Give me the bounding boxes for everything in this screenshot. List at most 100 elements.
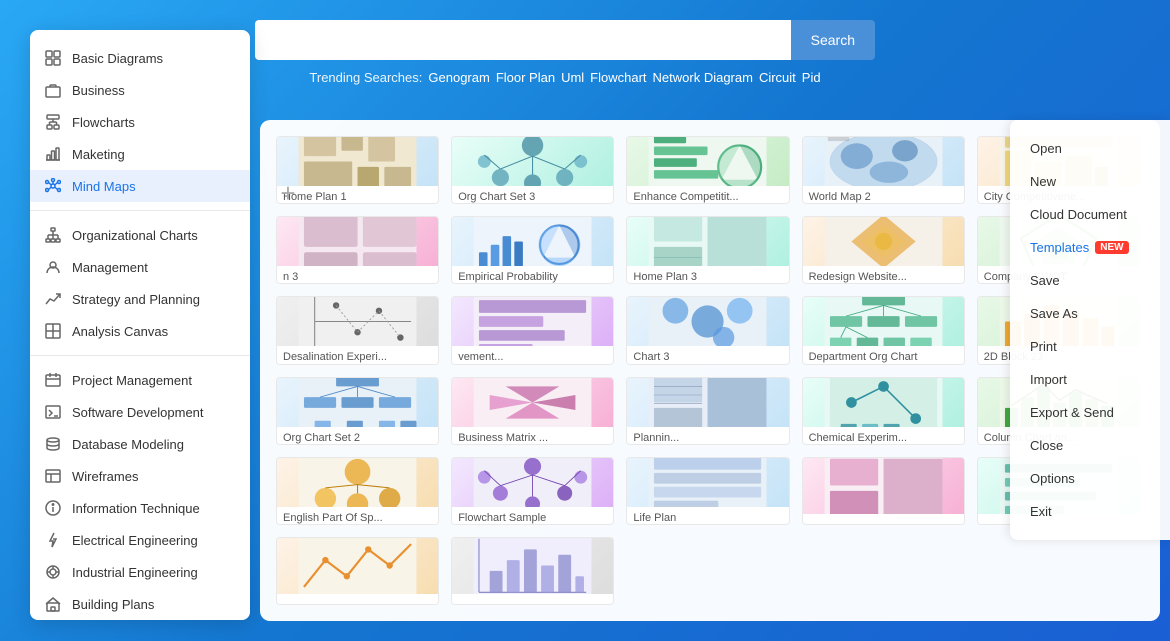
trending-label: Trending Searches:: [309, 70, 422, 85]
sidebar-item-info-tech[interactable]: Information Technique: [30, 492, 250, 524]
sidebar-item-flowcharts[interactable]: Flowcharts: [30, 106, 250, 138]
template-card[interactable]: vement...: [451, 296, 614, 364]
template-card[interactable]: Enhance Competitit...: [626, 136, 789, 204]
info-icon: [44, 499, 62, 517]
right-panel-cloud-doc[interactable]: Cloud Document: [1010, 198, 1170, 231]
trending-flowchart[interactable]: Flowchart: [590, 70, 646, 85]
sidebar-item-business[interactable]: Business: [30, 74, 250, 106]
template-label: Org Chart Set 3: [452, 186, 613, 203]
trending-floor-plan[interactable]: Floor Plan: [496, 70, 555, 85]
sidebar-label-maketing: Maketing: [72, 147, 125, 162]
template-card[interactable]: English Part Of Sp...: [276, 457, 439, 525]
sidebar-item-wireframes[interactable]: Wireframes: [30, 460, 250, 492]
template-card[interactable]: Department Org Chart: [802, 296, 965, 364]
template-card[interactable]: Org Chart Set 2: [276, 377, 439, 445]
sidebar: Basic Diagrams Business Flo: [30, 30, 250, 620]
new-template-button[interactable]: +: [263, 168, 313, 218]
trending-row: Trending Searches: Genogram Floor Plan U…: [309, 70, 820, 85]
sidebar-item-management[interactable]: Management: [30, 251, 250, 283]
sidebar-label-basic-diagrams: Basic Diagrams: [72, 51, 163, 66]
template-label: Redesign Website...: [803, 266, 964, 283]
proj-icon: [44, 371, 62, 389]
template-card[interactable]: [451, 537, 614, 605]
sidebar-item-software-dev[interactable]: Software Development: [30, 396, 250, 428]
sidebar-item-database[interactable]: Database Modeling: [30, 428, 250, 460]
right-panel-save[interactable]: Save: [1010, 264, 1170, 297]
sidebar-label-flowcharts: Flowcharts: [72, 115, 135, 130]
trending-uml[interactable]: Uml: [561, 70, 584, 85]
template-card[interactable]: World Map 2: [802, 136, 965, 204]
right-panel-export-send[interactable]: Export & Send: [1010, 396, 1170, 429]
sidebar-item-industrial[interactable]: Industrial Engineering: [30, 556, 250, 588]
template-card[interactable]: Flowchart Sample: [451, 457, 614, 525]
org-icon: [44, 226, 62, 244]
sidebar-item-project-mgmt[interactable]: Project Management: [30, 364, 250, 396]
template-card[interactable]: Desalination Experi...: [276, 296, 439, 364]
sidebar-item-maketing[interactable]: Maketing: [30, 138, 250, 170]
template-card[interactable]: Org Chart Set 3: [451, 136, 614, 204]
right-panel-print[interactable]: Print: [1010, 330, 1170, 363]
grid-icon: [44, 49, 62, 67]
build-icon: [44, 595, 62, 613]
sidebar-item-basic-diagrams[interactable]: Basic Diagrams: [30, 42, 250, 74]
right-panel-open[interactable]: Open: [1010, 132, 1170, 165]
template-label: vement...: [452, 346, 613, 363]
sidebar-item-org-charts[interactable]: Organizational Charts: [30, 219, 250, 251]
search-row: Search: [255, 20, 875, 60]
template-label: Desalination Experi...: [277, 346, 438, 363]
mind-icon: [44, 177, 62, 195]
right-panel-exit[interactable]: Exit: [1010, 495, 1170, 528]
new-label: New: [1030, 174, 1056, 189]
sidebar-label-database: Database Modeling: [72, 437, 184, 452]
right-panel-options[interactable]: Options: [1010, 462, 1170, 495]
right-panel-import[interactable]: Import: [1010, 363, 1170, 396]
template-card[interactable]: Plannin...: [626, 377, 789, 445]
template-label: [803, 514, 964, 524]
template-label: Org Chart Set 2: [277, 427, 438, 444]
template-card[interactable]: n 3: [276, 216, 439, 284]
print-label: Print: [1030, 339, 1057, 354]
right-panel-new[interactable]: New: [1010, 165, 1170, 198]
sidebar-item-analysis[interactable]: Analysis Canvas: [30, 315, 250, 347]
new-badge: NEW: [1095, 241, 1128, 254]
db-icon: [44, 435, 62, 453]
template-card[interactable]: Life Plan: [626, 457, 789, 525]
options-label: Options: [1030, 471, 1075, 486]
template-card[interactable]: Home Plan 3: [626, 216, 789, 284]
sidebar-label-industrial: Industrial Engineering: [72, 565, 198, 580]
template-card[interactable]: Empirical Probability: [451, 216, 614, 284]
chart-bar-icon: [44, 145, 62, 163]
search-input[interactable]: [255, 20, 791, 60]
strategy-icon: [44, 290, 62, 308]
template-card[interactable]: [802, 457, 965, 525]
trending-network-diagram[interactable]: Network Diagram: [653, 70, 753, 85]
template-label: Enhance Competitit...: [627, 186, 788, 203]
sidebar-item-building[interactable]: Building Plans: [30, 588, 250, 620]
right-panel-save-as[interactable]: Save As: [1010, 297, 1170, 330]
sidebar-item-electrical[interactable]: Electrical Engineering: [30, 524, 250, 556]
right-panel-close[interactable]: Close: [1010, 429, 1170, 462]
sidebar-item-strategy[interactable]: Strategy and Planning: [30, 283, 250, 315]
template-label: Chemical Experim...: [803, 427, 964, 444]
template-card[interactable]: Redesign Website...: [802, 216, 965, 284]
sidebar-item-mind-maps[interactable]: Mind Maps: [30, 170, 250, 202]
sidebar-label-business: Business: [72, 83, 125, 98]
trending-circuit[interactable]: Circuit: [759, 70, 796, 85]
search-button[interactable]: Search: [791, 20, 875, 60]
template-card[interactable]: Business Matrix ...: [451, 377, 614, 445]
template-label: Flowchart Sample: [452, 507, 613, 524]
sidebar-label-mind-maps: Mind Maps: [72, 179, 136, 194]
template-card[interactable]: Chart 3: [626, 296, 789, 364]
template-card[interactable]: Chemical Experim...: [802, 377, 965, 445]
templates-label: Templates: [1030, 240, 1089, 255]
right-panel-templates[interactable]: Templates NEW: [1010, 231, 1170, 264]
template-label: [452, 594, 613, 604]
template-card[interactable]: [276, 537, 439, 605]
template-label: English Part Of Sp...: [277, 507, 438, 524]
sidebar-label-strategy: Strategy and Planning: [72, 292, 200, 307]
trending-genogram[interactable]: Genogram: [428, 70, 489, 85]
sidebar-label-electrical: Electrical Engineering: [72, 533, 198, 548]
trending-pid[interactable]: Pid: [802, 70, 821, 85]
open-label: Open: [1030, 141, 1062, 156]
wire-icon: [44, 467, 62, 485]
